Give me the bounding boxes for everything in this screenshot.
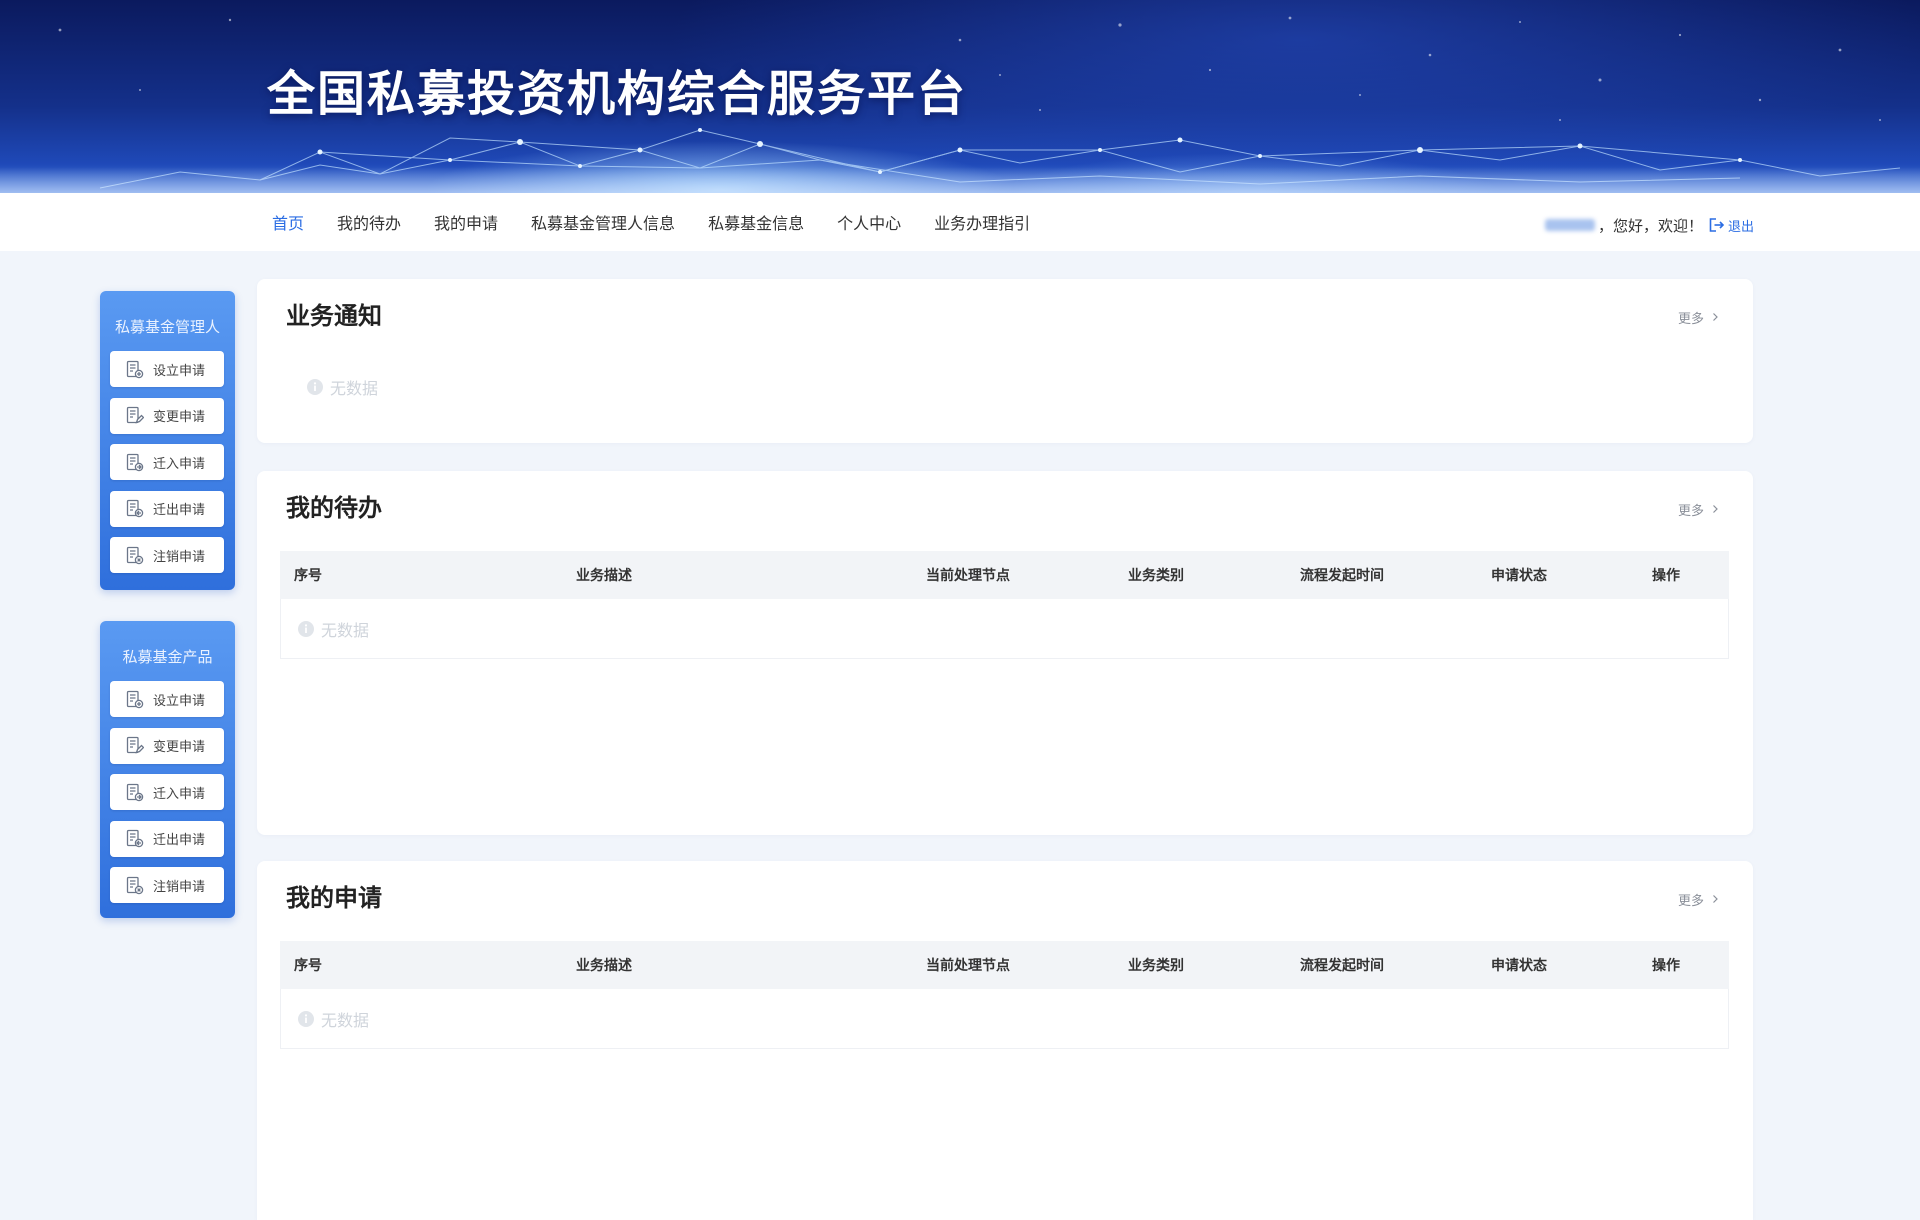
user-area: ，您好，欢迎！ 退出 <box>1544 213 1754 237</box>
blurred-username <box>1544 219 1595 231</box>
column-header-index: 序号 <box>294 959 322 974</box>
button-label: 设立申请 <box>153 362 206 378</box>
sidebar-group-title: 私募基金产品 <box>122 650 213 666</box>
banner-bottom-glow <box>0 167 1920 193</box>
button-label: 变更申请 <box>153 739 206 754</box>
doc-add-icon <box>126 360 144 378</box>
product-setup-application-button[interactable]: 设立申请 <box>110 681 224 717</box>
panel-title: 业务通知 <box>286 304 382 330</box>
info-icon <box>307 379 323 395</box>
manager-cancel-application-button[interactable]: 注销申请 <box>110 537 224 573</box>
button-label: 注销申请 <box>153 548 206 564</box>
column-header-current-node: 当前处理节点 <box>926 959 1010 974</box>
button-label: 迁入申请 <box>153 785 206 801</box>
product-change-application-button[interactable]: 变更申请 <box>110 727 224 764</box>
doc-add-icon <box>126 690 144 708</box>
panel-title: 我的待办 <box>286 496 382 522</box>
nav-item-home[interactable]: 首页 <box>272 213 304 237</box>
empty-state: 无数据 <box>280 599 1729 659</box>
doc-export-icon <box>126 499 144 518</box>
button-label: 迁入申请 <box>153 455 206 471</box>
button-label: 迁出申请 <box>153 502 206 517</box>
empty-state: 无数据 <box>306 375 378 399</box>
product-cancel-application-button[interactable]: 注销申请 <box>110 867 224 903</box>
product-transfer-in-application-button[interactable]: 迁入申请 <box>110 774 224 810</box>
column-header-description: 业务描述 <box>576 959 632 974</box>
sidebar-group-fund-manager: 私募基金管理人 设立申请 变更申请 迁入申请 迁出申请 注销申请 <box>100 291 235 590</box>
empty-label: 无数据 <box>321 1012 370 1030</box>
column-header-actions: 操作 <box>1652 959 1680 974</box>
column-header-status: 申请状态 <box>1491 569 1547 584</box>
nav-item-my-todo[interactable]: 我的待办 <box>337 213 401 237</box>
column-header-description: 业务描述 <box>576 569 632 584</box>
doc-cancel-icon <box>126 876 144 894</box>
more-label: 更多 <box>1677 310 1704 326</box>
column-header-start-time: 流程发起时间 <box>1300 959 1384 974</box>
button-label: 迁出申请 <box>153 832 206 847</box>
button-label: 注销申请 <box>153 878 206 894</box>
column-header-business-type: 业务类别 <box>1128 569 1184 584</box>
chevron-right-icon <box>1713 313 1718 321</box>
logout-button[interactable]: 退出 <box>1707 216 1754 235</box>
header-banner: 全国私募投资机构综合服务平台 <box>0 0 1920 193</box>
my-todo-panel: 我的待办 更多 序号 业务描述 当前处理节点 业务类别 流程发起时间 申请状态 … <box>257 471 1753 835</box>
doc-import-icon <box>126 783 144 801</box>
column-header-index: 序号 <box>294 569 322 584</box>
nav-menu: 首页 我的待办 我的申请 私募基金管理人信息 私募基金信息 个人中心 业务办理指… <box>272 213 1030 237</box>
panel-title: 我的申请 <box>286 886 382 912</box>
top-nav: 首页 我的待办 我的申请 私募基金管理人信息 私募基金信息 个人中心 业务办理指… <box>0 193 1920 251</box>
notice-more-link[interactable]: 更多 <box>1677 309 1720 326</box>
button-label: 变更申请 <box>153 409 206 424</box>
column-header-business-type: 业务类别 <box>1128 959 1184 974</box>
manager-transfer-in-application-button[interactable]: 迁入申请 <box>110 444 224 480</box>
chevron-right-icon <box>1713 505 1718 513</box>
platform-title: 全国私募投资机构综合服务平台 <box>267 68 968 121</box>
nav-item-fund-manager-info[interactable]: 私募基金管理人信息 <box>531 213 675 237</box>
more-label: 更多 <box>1677 502 1704 518</box>
applications-more-link[interactable]: 更多 <box>1677 891 1720 908</box>
table-header-row: 序号 业务描述 当前处理节点 业务类别 流程发起时间 申请状态 操作 <box>280 551 1729 599</box>
column-header-status: 申请状态 <box>1491 959 1547 974</box>
nav-item-my-applications[interactable]: 我的申请 <box>434 213 498 237</box>
logout-label: 退出 <box>1727 218 1754 234</box>
business-notice-panel: 业务通知 更多 无数据 <box>257 279 1753 443</box>
greeting-text: ，您好，欢迎！ <box>1597 218 1703 235</box>
todo-more-link[interactable]: 更多 <box>1677 501 1720 518</box>
info-icon <box>298 620 314 637</box>
more-label: 更多 <box>1677 892 1704 908</box>
product-transfer-out-application-button[interactable]: 迁出申请 <box>110 820 224 857</box>
empty-state: 无数据 <box>280 989 1729 1049</box>
info-icon <box>298 1010 314 1027</box>
manager-change-application-button[interactable]: 变更申请 <box>110 397 224 434</box>
column-header-current-node: 当前处理节点 <box>926 569 1010 584</box>
todo-table: 序号 业务描述 当前处理节点 业务类别 流程发起时间 申请状态 操作 无数据 <box>280 551 1729 659</box>
doc-import-icon <box>126 453 144 471</box>
applications-table: 序号 业务描述 当前处理节点 业务类别 流程发起时间 申请状态 操作 无数据 <box>280 941 1729 1049</box>
sidebar-group-title: 私募基金管理人 <box>114 320 220 336</box>
chevron-right-icon <box>1713 895 1718 903</box>
manager-setup-application-button[interactable]: 设立申请 <box>110 351 224 387</box>
doc-export-icon <box>126 829 144 848</box>
doc-cancel-icon <box>126 546 144 564</box>
nav-item-fund-info[interactable]: 私募基金信息 <box>708 213 804 237</box>
doc-edit-icon <box>126 406 144 424</box>
empty-label: 无数据 <box>321 622 370 640</box>
nav-item-business-guide[interactable]: 业务办理指引 <box>934 213 1030 237</box>
column-header-actions: 操作 <box>1652 569 1680 584</box>
table-header-row: 序号 业务描述 当前处理节点 业务类别 流程发起时间 申请状态 操作 <box>280 941 1729 989</box>
logout-icon <box>1709 218 1725 232</box>
manager-transfer-out-application-button[interactable]: 迁出申请 <box>110 490 224 527</box>
nav-item-personal-center[interactable]: 个人中心 <box>837 213 901 237</box>
doc-edit-icon <box>126 736 144 754</box>
my-applications-panel: 我的申请 更多 序号 业务描述 当前处理节点 业务类别 流程发起时间 申请状态 … <box>257 861 1753 1220</box>
column-header-start-time: 流程发起时间 <box>1300 569 1384 584</box>
button-label: 设立申请 <box>153 692 206 708</box>
empty-label: 无数据 <box>330 381 379 398</box>
sidebar-group-fund-product: 私募基金产品 设立申请 变更申请 迁入申请 迁出申请 注销申请 <box>100 621 235 918</box>
